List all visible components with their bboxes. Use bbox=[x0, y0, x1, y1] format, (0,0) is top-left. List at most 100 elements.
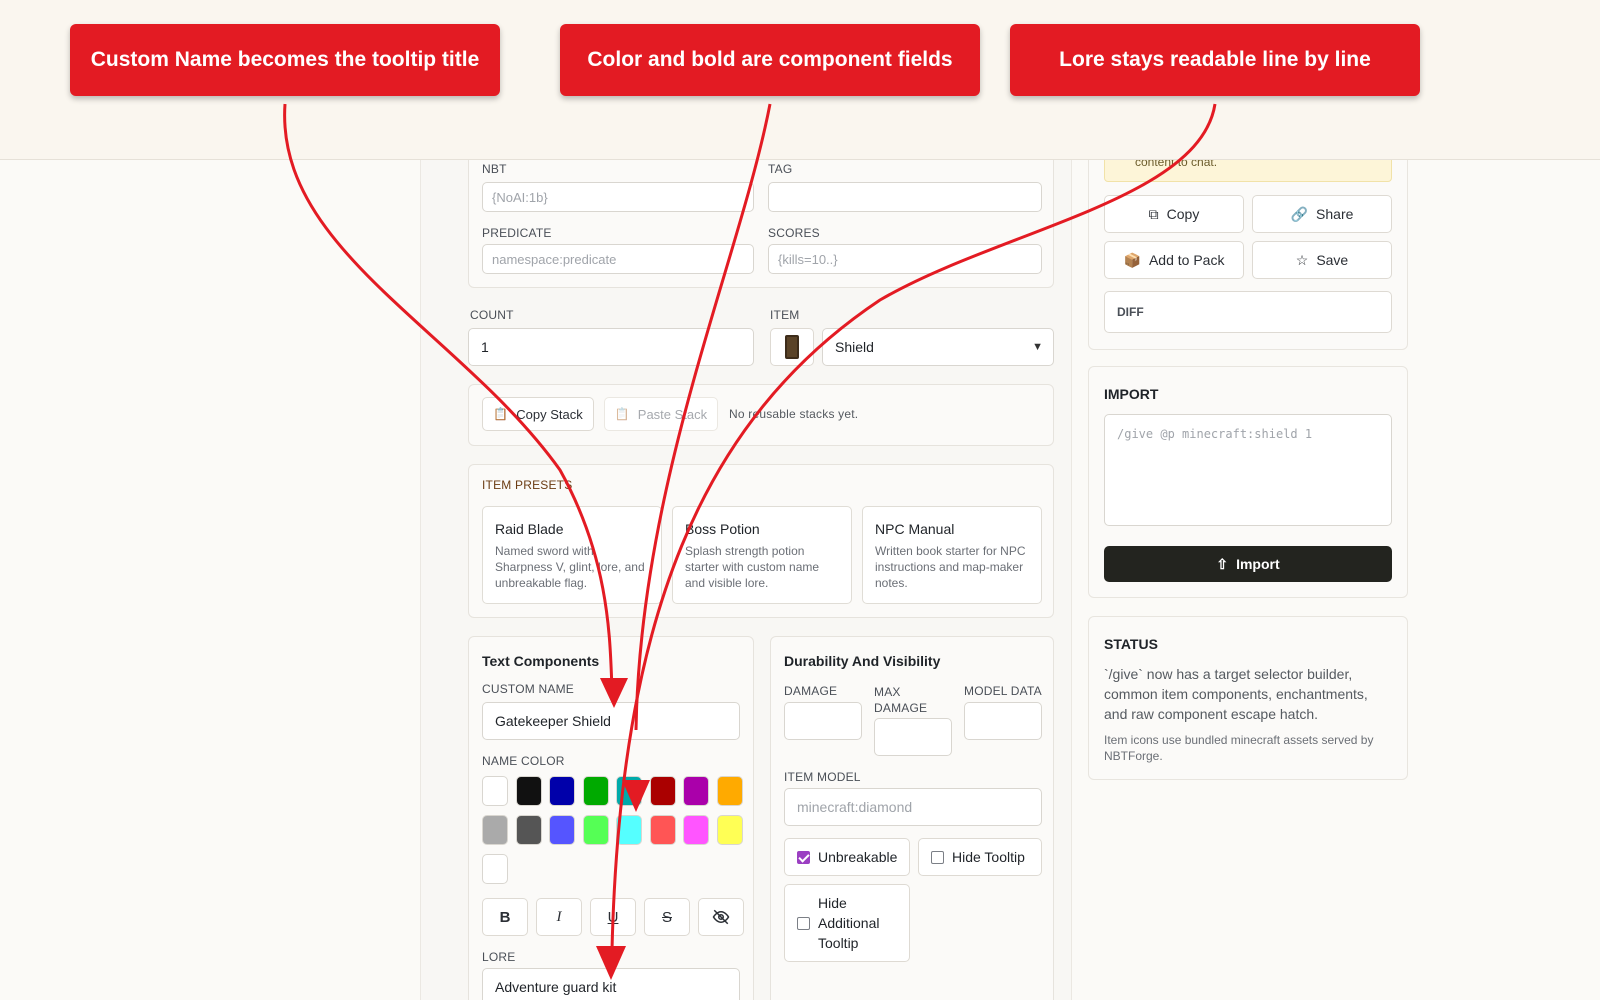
eye-off-icon bbox=[712, 909, 730, 925]
package-icon: 📦 bbox=[1123, 251, 1141, 268]
callout-lore: Lore stays readable line by line bbox=[1010, 24, 1420, 96]
item-model-input[interactable]: minecraft:diamond bbox=[784, 788, 1042, 826]
preset-npc-manual[interactable]: NPC Manual Written book starter for NPC … bbox=[862, 506, 1042, 604]
custom-name-input[interactable]: Gatekeeper Shield bbox=[482, 702, 740, 740]
item-select[interactable]: Shield ▼ bbox=[822, 328, 1054, 366]
clipboard-icon: 📋 bbox=[493, 407, 509, 421]
save-button[interactable]: ☆ Save bbox=[1252, 241, 1392, 279]
max-damage-label: MAX DAMAGE bbox=[874, 685, 928, 715]
status-note: Item icons use bundled minecraft assets … bbox=[1104, 733, 1374, 763]
color-swatch[interactable] bbox=[515, 776, 542, 806]
item-label: ITEM bbox=[770, 308, 800, 322]
preset-raid-blade[interactable]: Raid Blade Named sword with Sharpness V,… bbox=[482, 506, 662, 604]
share-button[interactable]: 🔗 Share bbox=[1252, 195, 1392, 233]
color-swatch[interactable] bbox=[716, 815, 743, 845]
copy-label: Copy bbox=[1166, 206, 1200, 222]
strikethrough-button[interactable]: S bbox=[644, 898, 690, 936]
upload-icon: ⇧ bbox=[1216, 555, 1229, 572]
color-swatch[interactable] bbox=[482, 776, 508, 806]
predicate-label: PREDICATE bbox=[482, 226, 552, 240]
import-button[interactable]: ⇧ Import bbox=[1104, 546, 1392, 582]
obfuscated-button[interactable] bbox=[698, 898, 744, 936]
item-select-value: Shield bbox=[835, 339, 874, 355]
preset-name: Boss Potion bbox=[685, 521, 760, 537]
link-icon: 🔗 bbox=[1290, 205, 1309, 222]
color-swatch[interactable] bbox=[582, 815, 609, 845]
color-swatch[interactable] bbox=[515, 815, 542, 845]
callout-color-bold: Color and bold are component fields bbox=[560, 24, 980, 96]
status-title: STATUS bbox=[1104, 636, 1158, 652]
color-swatch[interactable] bbox=[649, 815, 676, 845]
copy-stack-label: Copy Stack bbox=[516, 406, 583, 422]
bold-button[interactable]: B bbox=[482, 898, 528, 936]
color-swatch[interactable] bbox=[482, 854, 508, 884]
max-damage-input[interactable] bbox=[874, 718, 952, 756]
preset-desc: Splash strength potion starter with cust… bbox=[685, 544, 820, 590]
diff-label: DIFF bbox=[1117, 305, 1144, 319]
paste-stack-button[interactable]: 📋 Paste Stack bbox=[604, 397, 718, 431]
color-swatch[interactable] bbox=[683, 776, 709, 806]
chevron-down-icon: ▼ bbox=[1032, 341, 1043, 353]
color-swatch[interactable] bbox=[616, 776, 642, 806]
tag-input[interactable] bbox=[768, 182, 1042, 212]
scores-input[interactable]: {kills=10..} bbox=[768, 244, 1042, 274]
item-model-label: ITEM MODEL bbox=[784, 770, 861, 784]
color-swatch[interactable] bbox=[683, 815, 709, 845]
hide-additional-toggle[interactable]: Hide Additional Tooltip bbox=[784, 884, 910, 962]
lore-label: LORE bbox=[482, 950, 516, 964]
add-to-pack-label: Add to Pack bbox=[1148, 252, 1225, 268]
lore-input[interactable]: Adventure guard kit bbox=[482, 968, 740, 1000]
add-to-pack-button[interactable]: 📦 Add to Pack bbox=[1104, 241, 1244, 279]
hide-additional-checkbox[interactable] bbox=[797, 916, 810, 930]
nbt-input[interactable]: {NoAI:1b} bbox=[482, 182, 754, 212]
text-components-title: Text Components bbox=[482, 653, 600, 669]
status-text: `/give` now has a target selector builde… bbox=[1104, 666, 1368, 722]
annotation-banner: Custom Name becomes the tooltip title Co… bbox=[0, 0, 1600, 160]
model-data-label: MODEL DATA bbox=[964, 684, 1042, 698]
custom-name-label: CUSTOM NAME bbox=[482, 682, 574, 696]
hide-tooltip-label: Hide Tooltip bbox=[952, 849, 1025, 865]
hide-tooltip-toggle[interactable]: Hide Tooltip bbox=[918, 838, 1042, 876]
durability-title: Durability And Visibility bbox=[784, 653, 941, 669]
color-swatch[interactable] bbox=[582, 776, 609, 806]
name-color-label: NAME COLOR bbox=[482, 754, 565, 768]
italic-button[interactable]: I bbox=[536, 898, 582, 936]
callout-custom-name: Custom Name becomes the tooltip title bbox=[70, 24, 500, 96]
shield-icon bbox=[785, 335, 799, 359]
color-swatch[interactable] bbox=[549, 776, 575, 806]
nbt-label: NBT bbox=[482, 162, 507, 176]
tag-label: TAG bbox=[768, 162, 793, 176]
color-swatch[interactable] bbox=[616, 815, 642, 845]
hide-tooltip-checkbox[interactable] bbox=[931, 850, 944, 864]
paste-icon: 📋 bbox=[614, 407, 630, 421]
model-data-input[interactable] bbox=[964, 702, 1042, 740]
color-swatch[interactable] bbox=[549, 815, 575, 845]
preset-boss-potion[interactable]: Boss Potion Splash strength potion start… bbox=[672, 506, 852, 604]
underline-button[interactable]: U bbox=[590, 898, 636, 936]
preset-name: Raid Blade bbox=[495, 521, 564, 537]
predicate-input[interactable]: namespace:predicate bbox=[482, 244, 754, 274]
color-swatch[interactable] bbox=[482, 815, 508, 845]
color-swatch[interactable] bbox=[716, 776, 743, 806]
damage-input[interactable] bbox=[784, 702, 862, 740]
unbreakable-label: Unbreakable bbox=[818, 849, 898, 865]
clipboard-status: No reusable stacks yet. bbox=[729, 407, 859, 421]
color-swatch[interactable] bbox=[649, 776, 676, 806]
unbreakable-checkbox[interactable] bbox=[797, 850, 810, 864]
star-icon: ☆ bbox=[1295, 251, 1309, 268]
share-label: Share bbox=[1316, 206, 1354, 222]
scores-label: SCORES bbox=[768, 226, 820, 240]
copy-stack-button[interactable]: 📋 Copy Stack bbox=[482, 397, 594, 431]
preset-desc: Named sword with Sharpness V, glint, lor… bbox=[495, 544, 645, 590]
diff-toggle[interactable]: DIFF bbox=[1104, 291, 1392, 333]
presets-title: ITEM PRESETS bbox=[482, 478, 573, 492]
import-textarea[interactable]: /give @p minecraft:shield 1 bbox=[1104, 414, 1392, 526]
import-button-label: Import bbox=[1236, 556, 1280, 572]
count-input[interactable]: 1 bbox=[468, 328, 754, 366]
unbreakable-toggle[interactable]: Unbreakable bbox=[784, 838, 910, 876]
copy-button[interactable]: ⧉ Copy bbox=[1104, 195, 1244, 233]
import-title: IMPORT bbox=[1104, 386, 1159, 402]
item-icon-button[interactable] bbox=[770, 328, 814, 366]
copy-icon: ⧉ bbox=[1148, 205, 1159, 222]
damage-label: DAMAGE bbox=[784, 684, 838, 698]
